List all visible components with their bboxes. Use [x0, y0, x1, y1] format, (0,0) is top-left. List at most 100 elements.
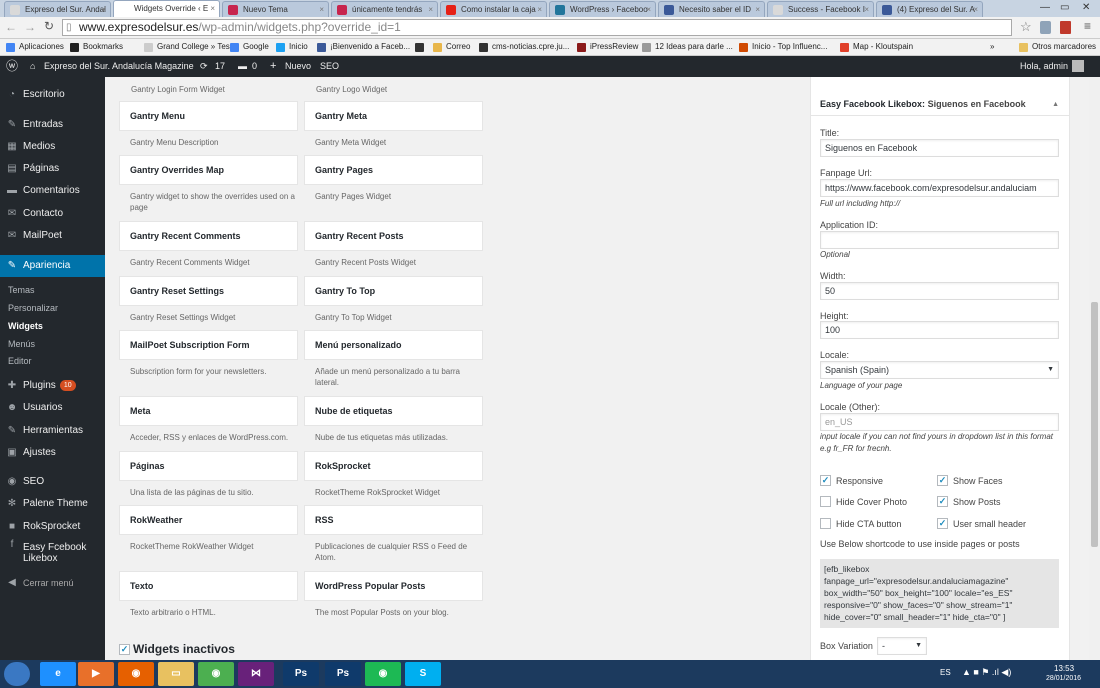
plus-icon[interactable]: +	[270, 56, 276, 77]
sidebar-item[interactable]: ✎ Apariencia	[0, 255, 105, 277]
sidebar-item[interactable]: ■ RokSprocket	[0, 516, 105, 538]
checkbox-box[interactable]: ✓	[937, 518, 948, 529]
sidebar-item[interactable]: ▣ Ajustes	[0, 442, 105, 464]
ie-icon[interactable]: e	[40, 662, 76, 686]
forward-icon[interactable]: →	[24, 20, 36, 34]
browser-tab[interactable]: únicamente tendrás ×	[331, 1, 438, 17]
submenu-item[interactable]: Editor	[8, 354, 32, 368]
spotify-icon[interactable]: ◉	[365, 662, 401, 686]
widget-title[interactable]: Gantry Recent Posts	[304, 221, 483, 251]
locale-other-input[interactable]: en_US	[820, 413, 1059, 431]
option-checkbox[interactable]: ✓ Responsive	[820, 475, 883, 487]
title-input[interactable]: Siguenos en Facebook	[820, 139, 1059, 157]
tab-close-icon[interactable]: ×	[101, 2, 106, 17]
browser-tab[interactable]: Nuevo Tema ×	[222, 1, 329, 17]
submenu-item[interactable]: Temas	[8, 283, 35, 297]
widget-title[interactable]: RokSprocket	[304, 451, 483, 481]
sidebar-item[interactable]: ✎ Herramientas	[0, 420, 105, 442]
widget-title[interactable]: Gantry Meta	[304, 101, 483, 131]
widget-title[interactable]: Texto	[119, 571, 298, 601]
sidebar-item[interactable]: f Easy Fcebook Likebox	[0, 539, 105, 569]
bookmark-item[interactable]: Correo	[433, 39, 470, 55]
inactive-widgets-checkbox[interactable]: ✓	[119, 644, 130, 655]
bookmark-item[interactable]: Inicio - Top Influenc...	[739, 39, 827, 55]
updates-icon[interactable]: ⟳	[200, 56, 208, 77]
other-bookmarks-folder[interactable]: Otros marcadores	[1019, 39, 1096, 55]
collapse-menu-button[interactable]: ◀ Cerrar menú	[0, 572, 105, 594]
submenu-item[interactable]: Personalizar	[8, 301, 58, 315]
language-indicator[interactable]: ES	[940, 668, 951, 677]
option-checkbox[interactable]: Hide Cover Photo	[820, 496, 907, 508]
star-icon[interactable]: ☆	[1020, 19, 1032, 35]
box-variation-select[interactable]: - ▼	[877, 637, 927, 655]
tab-close-icon[interactable]: ×	[319, 2, 324, 17]
seo-link[interactable]: SEO	[320, 56, 339, 77]
option-checkbox[interactable]: ✓ User small header	[937, 518, 1026, 530]
shortcode-box[interactable]: [efb_likebox fanpage_url="expresodelsur.…	[820, 559, 1059, 628]
widget-title[interactable]: Gantry Reset Settings	[119, 276, 298, 306]
maximize-icon[interactable]: ▭	[1060, 0, 1069, 17]
pdf-extension-icon[interactable]	[1060, 21, 1071, 34]
widget-title[interactable]: MailPoet Subscription Form	[119, 330, 298, 360]
back-icon[interactable]: ←	[5, 20, 17, 34]
sidebar-item[interactable]: ✎ Entradas	[0, 114, 105, 136]
widget-header[interactable]: Easy Facebook Likebox: Siguenos en Faceb…	[811, 93, 1069, 116]
widget-title[interactable]: Gantry Overrides Map	[119, 155, 298, 185]
checkbox-box[interactable]	[820, 496, 831, 507]
bookmarks-overflow-icon[interactable]: »	[990, 39, 994, 55]
width-input[interactable]: 50	[820, 282, 1059, 300]
widget-title[interactable]: Gantry Menu	[119, 101, 298, 131]
sidebar-item[interactable]: ▬ Comentarios	[0, 180, 105, 202]
checkbox-box[interactable]	[820, 518, 831, 529]
widget-title[interactable]: Páginas	[119, 451, 298, 481]
clock-date[interactable]: 28/01/2016	[1046, 675, 1081, 682]
sidebar-item[interactable]: ✻ Palene Theme	[0, 493, 105, 515]
browser-tab[interactable]: Widgets Override ‹ E ×	[113, 0, 220, 17]
sidebar-item[interactable]: ✚ Plugins 10	[0, 375, 105, 397]
bookmark-item[interactable]: Map - Kloutspain	[840, 39, 913, 55]
updates-count[interactable]: 17	[215, 56, 225, 77]
browser-tab[interactable]: (4) Expreso del Sur. A ×	[876, 1, 983, 17]
checkbox-box[interactable]: ✓	[820, 475, 831, 486]
bookmark-item[interactable]: ¡Bienvenido a Faceb...	[317, 39, 410, 55]
new-link[interactable]: Nuevo	[285, 56, 311, 77]
photoshop-icon[interactable]: Ps	[325, 662, 361, 686]
sidebar-item[interactable]: ◉ SEO	[0, 471, 105, 493]
minimize-icon[interactable]: —	[1040, 0, 1050, 17]
sidebar-item[interactable]: ▤ Páginas	[0, 158, 105, 180]
avatar[interactable]	[1072, 60, 1084, 72]
widget-title[interactable]: Nube de etiquetas	[304, 396, 483, 426]
widget-title[interactable]: RSS	[304, 505, 483, 535]
media-player-icon[interactable]: ▶	[78, 662, 114, 686]
widget-title[interactable]: RokWeather	[119, 505, 298, 535]
tab-close-icon[interactable]: ×	[973, 2, 978, 17]
bookmark-item[interactable]: Google	[230, 39, 269, 55]
tab-close-icon[interactable]: ×	[755, 2, 760, 17]
widget-title[interactable]: Gantry Recent Comments	[119, 221, 298, 251]
comments-count[interactable]: 0	[252, 56, 257, 77]
extension-icon[interactable]	[1040, 21, 1051, 34]
greeting-link[interactable]: Hola, admin	[1020, 56, 1068, 77]
reload-icon[interactable]: ↻	[44, 19, 54, 33]
fanpage-url-input[interactable]: https://www.facebook.com/expresodelsur.a…	[820, 179, 1059, 197]
bookmark-item[interactable]: Inicio	[276, 39, 308, 55]
sidebar-item[interactable]: ▦ Medios	[0, 136, 105, 158]
browser-tab[interactable]: Expreso del Sur. Andal ×	[4, 1, 111, 17]
comments-icon[interactable]: ▬	[238, 56, 247, 77]
widget-title[interactable]: Menú personalizado	[304, 330, 483, 360]
sidebar-item[interactable]: ✉ Contacto	[0, 203, 105, 225]
tab-close-icon[interactable]: ×	[646, 2, 651, 17]
widget-title[interactable]: Gantry To Top	[304, 276, 483, 306]
checkbox-box[interactable]: ✓	[937, 496, 948, 507]
widget-title[interactable]: Meta	[119, 396, 298, 426]
scrollbar-thumb[interactable]	[1091, 302, 1098, 547]
bookmark-item[interactable]: Aplicaciones	[6, 39, 64, 55]
chrome-icon[interactable]: ◉	[198, 662, 234, 686]
skype-icon[interactable]: S	[405, 662, 441, 686]
start-button[interactable]	[4, 662, 30, 686]
collapse-arrow-icon[interactable]: ▲	[1052, 93, 1059, 116]
sidebar-item[interactable]: ◔ Escritorio	[0, 84, 105, 106]
bookmark-item[interactable]: 12 Ideas para darle ...	[642, 39, 733, 55]
bookmark-item[interactable]: iPressReview	[577, 39, 638, 55]
submenu-item[interactable]: Widgets	[8, 319, 43, 333]
